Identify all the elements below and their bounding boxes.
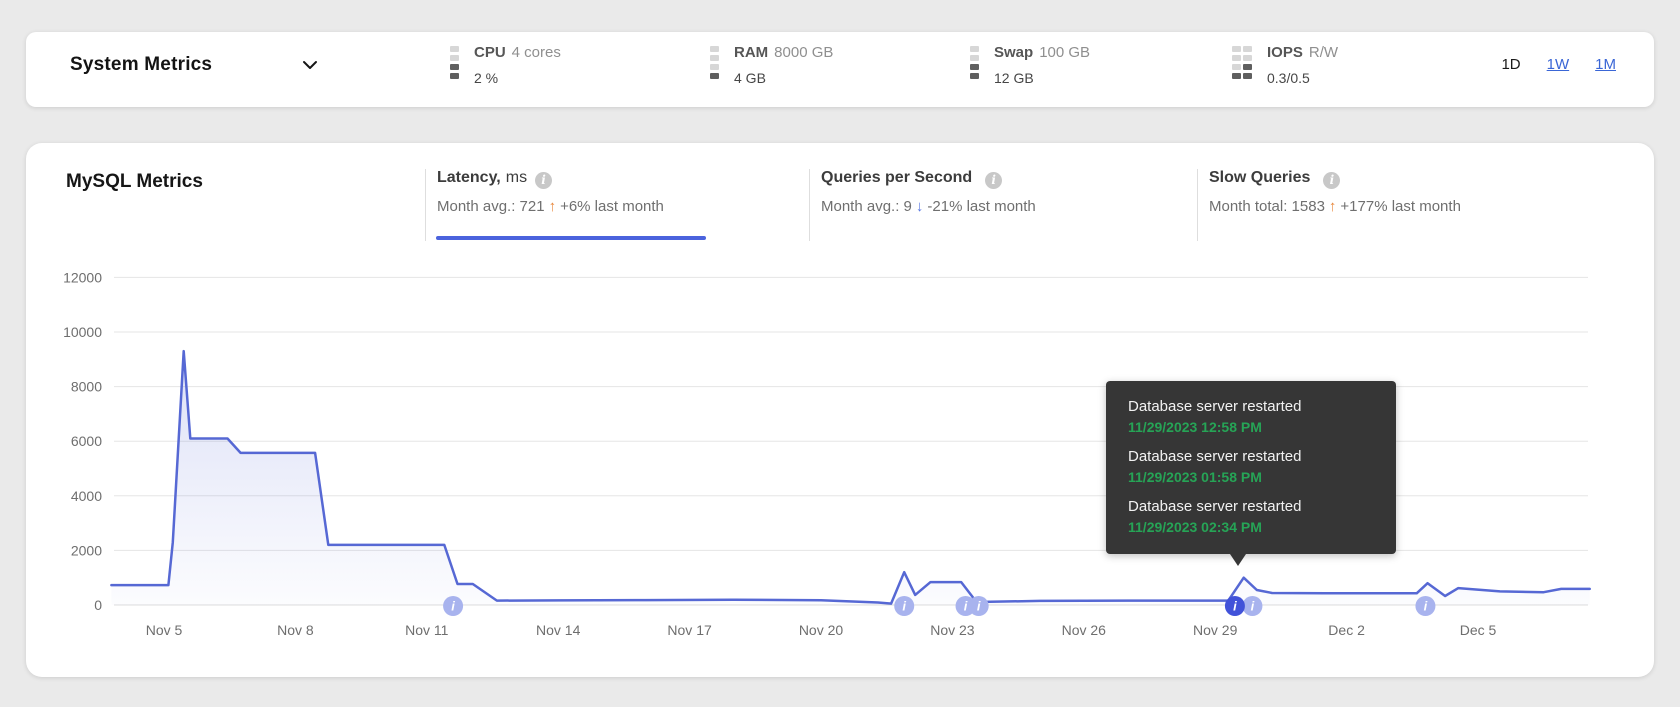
system-metrics-dropdown[interactable]: System Metrics	[70, 54, 318, 76]
gauge-icon	[450, 44, 459, 86]
system-metric: RAM 8000 GB 4 GB	[710, 44, 833, 86]
time-range-link[interactable]: 1D	[1501, 56, 1520, 73]
metric-current-value: 4 GB	[734, 70, 766, 86]
x-axis-tick-label: Nov 26	[1062, 622, 1107, 638]
metric-current-value: 0.3/0.5	[1267, 70, 1310, 86]
x-axis-tick-label: Dec 5	[1460, 622, 1497, 638]
event-entry: Database server restarted 11/29/2023 01:…	[1128, 448, 1386, 485]
time-range-link[interactable]: 1M	[1595, 56, 1616, 73]
y-axis-tick-label: 0	[94, 597, 102, 613]
svg-text:i: i	[964, 599, 968, 614]
event-title: Database server restarted	[1128, 448, 1302, 465]
system-metric: CPU 4 cores 2 %	[450, 44, 561, 86]
x-axis-tick-label: Nov 20	[799, 622, 844, 638]
event-entry: Database server restarted 11/29/2023 02:…	[1128, 498, 1386, 535]
metric-capacity: 4 cores	[511, 44, 561, 61]
event-title: Database server restarted	[1128, 398, 1302, 415]
event-info-marker[interactable]: i	[1415, 596, 1436, 616]
event-timestamp: 11/29/2023 02:34 PM	[1128, 519, 1262, 535]
y-axis-tick-label: 8000	[71, 379, 102, 395]
x-axis-tick-label: Dec 2	[1328, 622, 1365, 638]
chevron-down-icon	[302, 60, 318, 70]
event-info-marker[interactable]: i	[1242, 596, 1263, 616]
system-metrics-bar: System Metrics CPU 4 cores 2 % RAM 8000 GB…	[26, 32, 1654, 107]
time-range-link[interactable]: 1W	[1547, 56, 1570, 73]
metric-name: CPU	[474, 44, 506, 61]
y-axis-tick-label: 10000	[63, 324, 102, 340]
x-axis-tick-label: Nov 11	[405, 622, 449, 638]
x-axis-tick-label: Nov 8	[277, 622, 314, 638]
metric-name: RAM	[734, 44, 769, 61]
system-metrics-title: System Metrics	[70, 54, 213, 75]
event-title: Database server restarted	[1128, 498, 1302, 515]
metric-capacity: R/W	[1308, 44, 1339, 61]
metric-current-value: 12 GB	[994, 70, 1034, 86]
y-axis-tick-label: 12000	[63, 269, 102, 285]
svg-text:i: i	[902, 599, 906, 614]
x-axis-tick-label: Nov 5	[146, 622, 183, 638]
gauge-icon	[970, 44, 979, 86]
mysql-metrics-card: MySQL Metrics Latency, ms i Month avg.: 72…	[26, 143, 1654, 677]
y-axis-tick-label: 4000	[71, 488, 102, 504]
event-entry: Database server restarted 11/29/2023 12:…	[1128, 398, 1386, 435]
svg-text:i: i	[977, 599, 981, 614]
gauge-icon	[1232, 44, 1252, 86]
system-metric: IOPS R/W 0.3/0.5	[1232, 44, 1338, 86]
svg-text:i: i	[1233, 599, 1237, 614]
event-info-marker[interactable]: i	[968, 596, 989, 616]
metric-capacity: 100 GB	[1039, 44, 1091, 61]
event-timestamp: 11/29/2023 12:58 PM	[1128, 419, 1262, 435]
metric-name: IOPS	[1267, 44, 1303, 61]
metric-capacity: 8000 GB	[774, 44, 834, 61]
gauge-icon	[710, 44, 719, 86]
metric-name: Swap	[994, 44, 1034, 61]
system-metric: Swap 100 GB 12 GB	[970, 44, 1090, 86]
dashboard-page: System Metrics CPU 4 cores 2 % RAM 8000 GB…	[0, 0, 1680, 707]
events-tooltip: Database server restarted 11/29/2023 12:…	[1106, 381, 1396, 566]
svg-text:i: i	[1424, 599, 1428, 614]
svg-text:i: i	[1251, 599, 1255, 614]
y-axis-tick-label: 2000	[71, 542, 102, 558]
svg-text:i: i	[451, 599, 455, 614]
latency-chart: 0 2000 4000 6000 8000 10000 12000 Nov 5 Nov 8 Nov…	[63, 269, 1591, 638]
x-axis-tick-label: Nov 29	[1193, 622, 1238, 638]
x-axis-tick-label: Nov 17	[667, 622, 712, 638]
x-axis-tick-label: Nov 14	[536, 622, 581, 638]
event-info-marker[interactable]: i	[894, 596, 915, 616]
event-info-marker[interactable]: i	[1224, 596, 1245, 616]
event-info-marker[interactable]: i	[443, 596, 464, 616]
x-axis-tick-label: Nov 23	[930, 622, 975, 638]
event-timestamp: 11/29/2023 01:58 PM	[1128, 469, 1262, 485]
time-range-selector: 1D 1W 1M	[1501, 56, 1616, 73]
metric-current-value: 2 %	[474, 70, 499, 86]
y-axis-tick-label: 6000	[71, 433, 102, 449]
